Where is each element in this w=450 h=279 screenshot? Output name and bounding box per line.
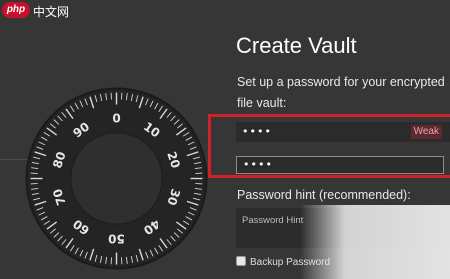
password-hint-input[interactable]: Password Hint xyxy=(236,208,450,248)
watermark-badge: php xyxy=(2,2,30,18)
dial-number: 50 xyxy=(108,232,125,246)
page-subtitle: Set up a password for your encrypted fil… xyxy=(237,75,445,110)
backup-password-row[interactable]: Backup Password xyxy=(236,256,330,270)
backup-password-checkbox[interactable] xyxy=(236,256,246,266)
combination-dial-icon: 0102030405060708090 xyxy=(25,87,208,270)
watermark-text: 中文网 xyxy=(33,5,70,19)
watermark-logo: php 中文网 xyxy=(0,0,80,22)
backup-password-label: Backup Password xyxy=(250,257,331,268)
password-value: •••• xyxy=(242,125,272,138)
password-hint-label: Password hint (recommended): xyxy=(237,188,411,202)
dial-number: 0 xyxy=(112,112,120,126)
password-field[interactable]: •••• Weak xyxy=(236,122,450,142)
confirm-password-value: •••• xyxy=(243,158,273,171)
dial-knob xyxy=(69,131,164,226)
password-strength-badge: Weak xyxy=(410,125,442,139)
confirm-password-field[interactable]: •••• xyxy=(236,156,444,174)
page-title: Create Vault xyxy=(236,33,357,58)
